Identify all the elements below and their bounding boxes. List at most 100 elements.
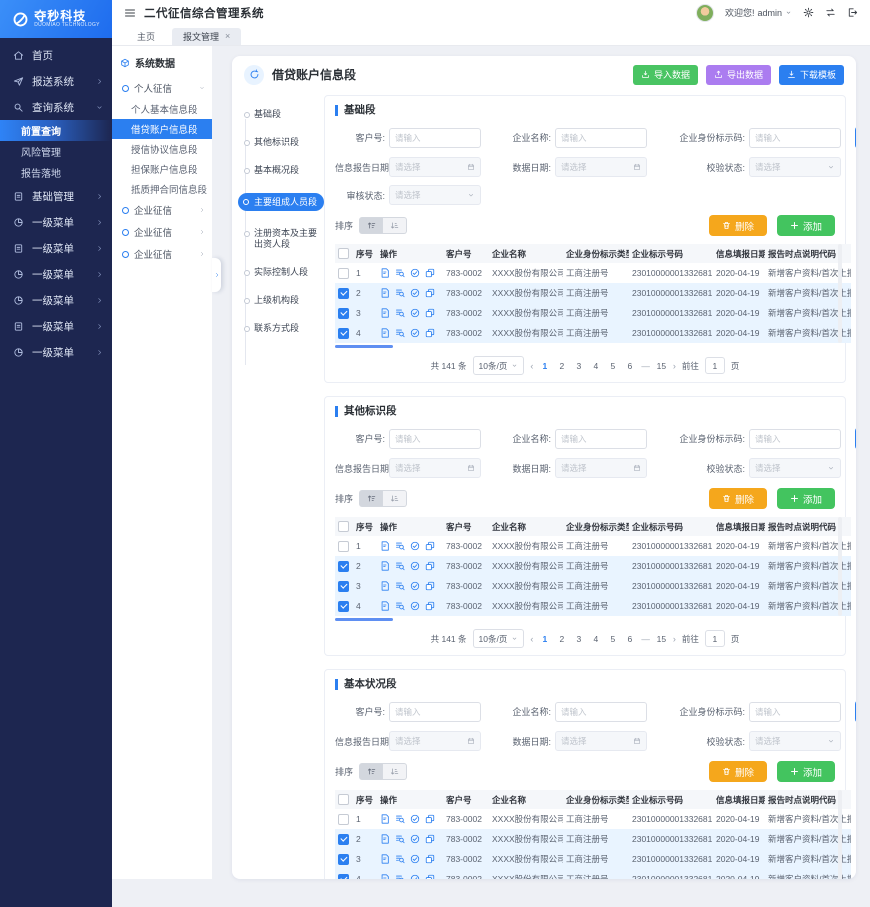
- sidebar-item-3[interactable]: 基础管理: [0, 183, 112, 209]
- date-picker[interactable]: 请选择: [389, 458, 481, 478]
- verify-record-icon[interactable]: [410, 834, 420, 844]
- page-number-15[interactable]: 15: [656, 634, 667, 644]
- switch-icon[interactable]: [825, 7, 836, 18]
- text-input[interactable]: 请输入: [389, 128, 481, 148]
- date-picker[interactable]: 请选择: [555, 458, 647, 478]
- row-checkbox[interactable]: [338, 814, 349, 825]
- goto-page-input[interactable]: [705, 630, 725, 647]
- date-picker[interactable]: 请选择: [555, 731, 647, 751]
- tree-leaf-0-0[interactable]: 个人基本信息段: [112, 99, 212, 119]
- edit-record-icon[interactable]: [380, 814, 390, 824]
- next-page-button[interactable]: ›: [673, 634, 676, 644]
- sort-desc-button[interactable]: [383, 490, 407, 507]
- copy-record-icon[interactable]: [425, 854, 435, 864]
- search-button[interactable]: 查询: [855, 427, 856, 450]
- download-button[interactable]: 下载模板: [779, 65, 844, 85]
- select-all-checkbox[interactable]: [338, 794, 349, 805]
- prev-page-button[interactable]: ‹: [530, 634, 533, 644]
- row-checkbox[interactable]: [338, 874, 349, 879]
- text-input[interactable]: 请输入: [389, 429, 481, 449]
- next-page-button[interactable]: ›: [673, 361, 676, 371]
- copy-record-icon[interactable]: [425, 328, 435, 338]
- copy-record-icon[interactable]: [425, 581, 435, 591]
- row-checkbox[interactable]: [338, 581, 349, 592]
- view-detail-icon[interactable]: [395, 874, 405, 879]
- horizontal-scrollbar[interactable]: [335, 618, 393, 621]
- verify-record-icon[interactable]: [410, 541, 420, 551]
- view-detail-icon[interactable]: [395, 854, 405, 864]
- sidebar-item-8[interactable]: 一级菜单: [0, 313, 112, 339]
- sort-desc-button[interactable]: [383, 217, 407, 234]
- text-input[interactable]: 请输入: [555, 702, 647, 722]
- row-checkbox[interactable]: [338, 308, 349, 319]
- verify-record-icon[interactable]: [410, 561, 420, 571]
- tree-leaf-0-3[interactable]: 担保账户信息段: [112, 159, 212, 179]
- edit-record-icon[interactable]: [380, 328, 390, 338]
- page-number-2[interactable]: 2: [556, 634, 567, 644]
- row-checkbox[interactable]: [338, 541, 349, 552]
- page-number-6[interactable]: 6: [624, 634, 635, 644]
- page-number-2[interactable]: 2: [556, 361, 567, 371]
- sidebar-item-2[interactable]: 查询系统: [0, 94, 112, 120]
- page-number-1[interactable]: 1: [539, 634, 550, 644]
- tree-leaf-0-4[interactable]: 抵质押合同信息段: [112, 179, 212, 199]
- view-detail-icon[interactable]: [395, 288, 405, 298]
- settings-icon[interactable]: [803, 7, 814, 18]
- copy-record-icon[interactable]: [425, 814, 435, 824]
- text-input[interactable]: 请输入: [749, 128, 841, 148]
- page-number-4[interactable]: 4: [590, 634, 601, 644]
- sidebar-item-5[interactable]: 一级菜单: [0, 235, 112, 261]
- sidebar-subitem-2-0[interactable]: 前置查询: [0, 120, 112, 141]
- sort-asc-button[interactable]: [359, 763, 383, 780]
- close-tab-icon[interactable]: ×: [225, 32, 230, 41]
- edit-record-icon[interactable]: [380, 581, 390, 591]
- copy-record-icon[interactable]: [425, 268, 435, 278]
- prev-page-button[interactable]: ‹: [530, 361, 533, 371]
- tree-leaf-0-2[interactable]: 授信协议信息段: [112, 139, 212, 159]
- text-input[interactable]: 请输入: [555, 429, 647, 449]
- copy-record-icon[interactable]: [425, 874, 435, 879]
- page-number-5[interactable]: 5: [607, 634, 618, 644]
- anchor-item-7[interactable]: 联系方式段: [238, 323, 302, 334]
- select-input[interactable]: 请选择: [749, 731, 841, 751]
- view-detail-icon[interactable]: [395, 328, 405, 338]
- sidebar-item-9[interactable]: 一级菜单: [0, 339, 112, 365]
- view-detail-icon[interactable]: [395, 561, 405, 571]
- view-detail-icon[interactable]: [395, 601, 405, 611]
- search-button[interactable]: 查询: [855, 700, 856, 723]
- view-detail-icon[interactable]: [395, 814, 405, 824]
- edit-record-icon[interactable]: [380, 561, 390, 571]
- edit-record-icon[interactable]: [380, 541, 390, 551]
- delete-button[interactable]: 删除: [709, 488, 767, 509]
- search-button[interactable]: 查询: [855, 126, 856, 149]
- sidebar-collapse-handle[interactable]: [212, 258, 221, 292]
- page-number-15[interactable]: 15: [656, 361, 667, 371]
- date-picker[interactable]: 请选择: [555, 157, 647, 177]
- edit-record-icon[interactable]: [380, 601, 390, 611]
- page-number-6[interactable]: 6: [624, 361, 635, 371]
- select-input[interactable]: 请选择: [749, 157, 841, 177]
- edit-record-icon[interactable]: [380, 834, 390, 844]
- copy-record-icon[interactable]: [425, 601, 435, 611]
- verify-record-icon[interactable]: [410, 814, 420, 824]
- sidebar-item-1[interactable]: 报送系统: [0, 68, 112, 94]
- verify-record-icon[interactable]: [410, 854, 420, 864]
- add-button[interactable]: 添加: [777, 215, 835, 236]
- anchor-item-6[interactable]: 上级机构段: [238, 295, 302, 306]
- add-button[interactable]: 添加: [777, 488, 835, 509]
- page-size-select[interactable]: 10条/页: [473, 629, 525, 648]
- add-button[interactable]: 添加: [777, 761, 835, 782]
- anchor-item-1[interactable]: 其他标识段: [238, 137, 302, 148]
- edit-record-icon[interactable]: [380, 874, 390, 879]
- text-input[interactable]: 请输入: [389, 702, 481, 722]
- tab-0[interactable]: 主页: [126, 28, 166, 45]
- delete-button[interactable]: 删除: [709, 761, 767, 782]
- anchor-item-3[interactable]: 主要组成人员段: [238, 193, 324, 211]
- verify-record-icon[interactable]: [410, 581, 420, 591]
- row-checkbox[interactable]: [338, 834, 349, 845]
- user-menu[interactable]: 欢迎您! admin: [725, 6, 792, 19]
- verify-record-icon[interactable]: [410, 601, 420, 611]
- sort-asc-button[interactable]: [359, 490, 383, 507]
- logout-icon[interactable]: [847, 7, 858, 18]
- row-checkbox[interactable]: [338, 268, 349, 279]
